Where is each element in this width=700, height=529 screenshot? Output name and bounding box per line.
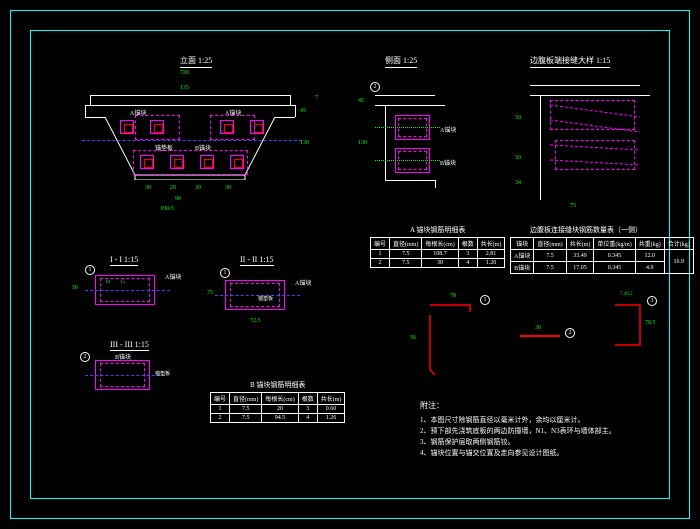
callout-2a: 2: [370, 82, 380, 92]
label-blockA-2: A锚块: [225, 108, 241, 117]
label-blockB-3: B锚块: [115, 352, 131, 361]
section-title: 侧面 1:25: [385, 55, 417, 68]
dim-45: 45: [300, 108, 306, 114]
dim-7: 7: [315, 95, 318, 101]
dim-d75: 75: [570, 203, 576, 209]
elevation-title: 立面 1:25: [180, 55, 212, 68]
dim-90: 90: [175, 196, 181, 202]
dim-r30: 30: [535, 325, 541, 331]
detail-lines: [545, 95, 645, 195]
dim-d50: 50: [515, 115, 521, 121]
dim-190-3: 190/3: [160, 206, 174, 212]
dim-s1-10: 10: [105, 280, 110, 285]
dim-r78: 78: [450, 293, 456, 299]
dim-130: 130: [300, 140, 309, 146]
dim-r56: 56: [410, 335, 416, 341]
note-3: 3、钢筋保护层取两侧钢筋铰。: [420, 437, 616, 448]
callout-r1: 1: [480, 295, 490, 305]
dim-s130: 130: [358, 140, 367, 146]
table-A: 编号直径(mm)每根长(cm)根数共长(m) 17.5108.732.81 27…: [370, 237, 505, 268]
dim-s1-15: 15: [120, 280, 125, 285]
notes-title: 附注：: [420, 400, 616, 413]
note-4: 4、锚块位置与锚交位置及走向参见设计图纸。: [420, 448, 616, 459]
label-cushion-3: 锚垫板: [155, 370, 170, 377]
label-blockA-5: A锚块: [295, 278, 311, 287]
dim-s2-725: 72.5: [250, 318, 261, 324]
note-1: 1、本图尺寸除钢筋直径以毫米计外，余均以厘米计。: [420, 415, 616, 426]
dim-135: 135: [180, 85, 189, 91]
dim-r785: 78.5: [645, 320, 656, 326]
callout-r2: 2: [565, 328, 575, 338]
callout-2b: 2: [80, 352, 90, 362]
label-blockA-1: A锚块: [130, 108, 146, 117]
detail-title: 边腹板端接缝大样 1:15: [530, 55, 610, 68]
table-C: 锚块直径(mm)共长(m)单位重(kg/m)共重(kg)合计(kg) A锚块7.…: [510, 237, 694, 274]
sec3-title: III - III 1:15: [110, 340, 149, 351]
label-blockB-2: B锚块: [440, 158, 456, 167]
callout-1b: 1: [220, 268, 230, 278]
dim-30a: 30: [145, 185, 151, 191]
tableC-title: 边腹板连接缝块钢筋数量表（一侧）: [530, 225, 642, 235]
dim-s45: 45: [358, 98, 364, 104]
table-B: 编号直径(mm)每根长(cm)根数共长(m) 17.52030.60 27.59…: [210, 392, 345, 423]
sec2-title: II - II 1:15: [240, 255, 274, 266]
dim-20: 20: [170, 185, 176, 191]
label-blockA-4: A锚块: [165, 272, 181, 281]
tableB-title: B 锚块钢筋明细表: [250, 380, 305, 390]
dim-d34: 34: [515, 180, 521, 186]
callout-r3: 3: [647, 296, 657, 306]
label-cushion-1: 锚垫板: [155, 143, 173, 152]
label-blockB-1: B锚块: [195, 143, 211, 152]
dim-30b: 30: [195, 185, 201, 191]
dim-d50b: 50: [515, 155, 521, 161]
label-blockA-3: A锚块: [440, 125, 456, 134]
callout-1a: 1: [85, 265, 95, 275]
dim-s1-50: 50: [72, 285, 78, 291]
notes-block: 附注： 1、本图尺寸除钢筋直径以毫米计外，余均以厘米计。 2、预下部先浇筑底板的…: [420, 400, 616, 460]
tableA-title: A 锚块钢筋明细表: [410, 225, 465, 235]
dim-720: 720: [180, 70, 189, 76]
label-cushion-2: 锚垫板: [258, 295, 273, 302]
dim-30c: 30: [225, 185, 231, 191]
sec1-title: I - I 1:15: [110, 255, 138, 266]
note-2: 2、预下部先浇筑底板的两边防撞墙，N1、N3表环与墙体部主。: [420, 426, 616, 437]
dim-s2-75: 75: [207, 290, 213, 296]
